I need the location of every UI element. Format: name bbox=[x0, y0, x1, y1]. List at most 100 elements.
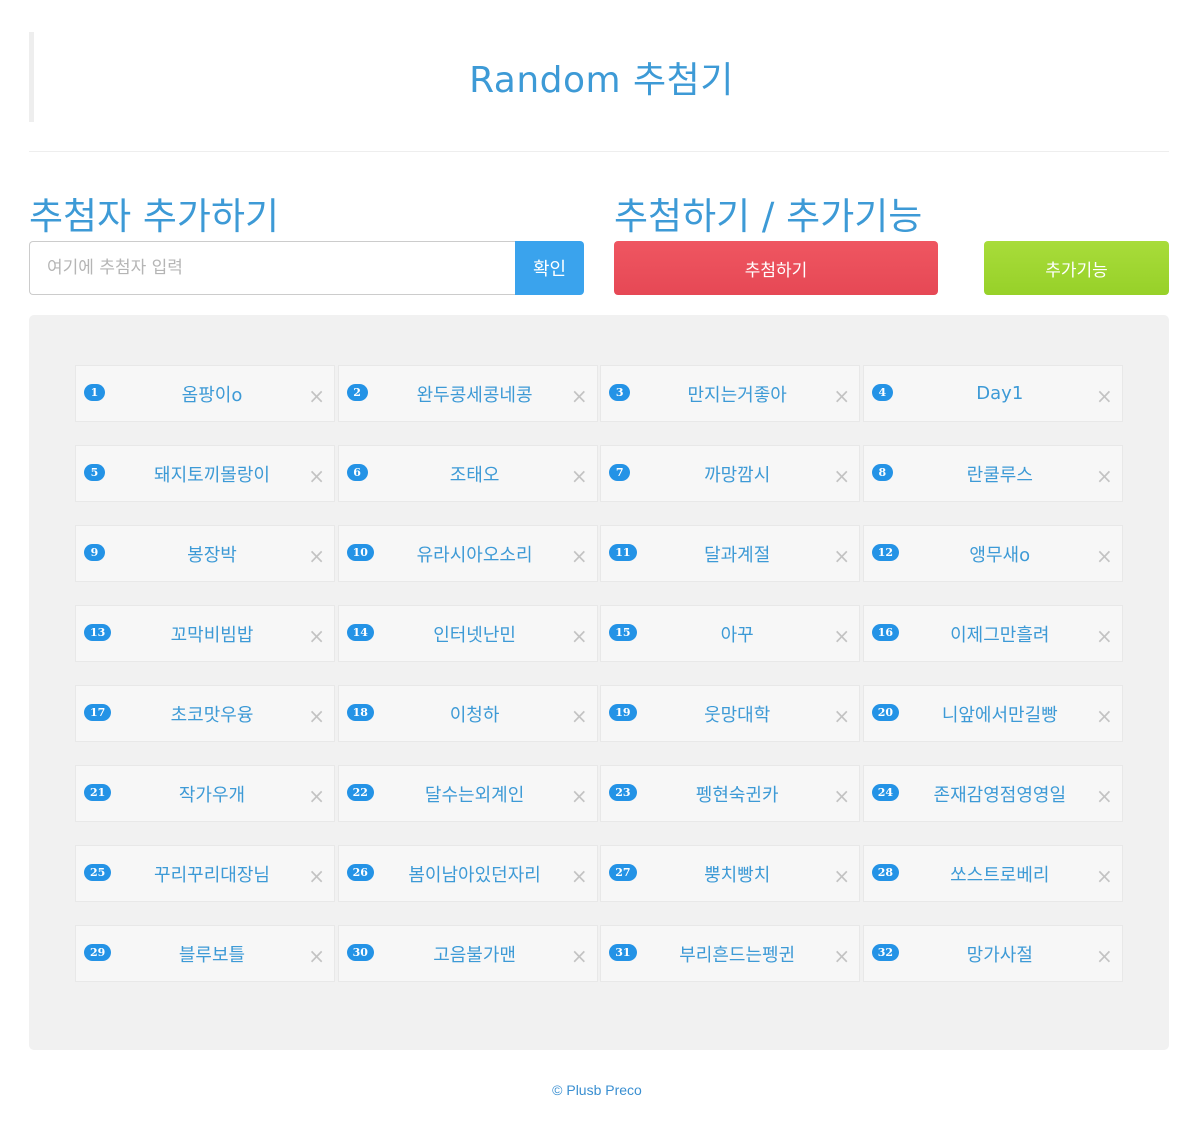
participant-name: 작가우개 bbox=[178, 784, 246, 806]
close-icon[interactable]: × bbox=[1096, 706, 1113, 726]
participant-number-badge: 11 bbox=[609, 544, 637, 561]
close-icon[interactable]: × bbox=[571, 546, 588, 566]
close-icon[interactable]: × bbox=[1096, 946, 1113, 966]
participant-number-badge: 1 bbox=[84, 384, 105, 401]
participant-board: 1 옴팡이o × 2 완두콩세콩네콩 × 3 만지는거좋아 × 4 Day1 × 5 돼지토끼몰랑이 × 6 조… bbox=[29, 315, 1169, 1050]
participant-number-badge: 30 bbox=[346, 944, 374, 961]
participant-name: 만지는거좋아 bbox=[687, 384, 787, 406]
participant-card: 20 니앞에서만길빵 × bbox=[862, 685, 1123, 742]
participant-number-badge: 2 bbox=[346, 384, 368, 401]
close-icon[interactable]: × bbox=[308, 946, 325, 966]
participant-card: 23 펭현숙귄카 × bbox=[600, 765, 861, 822]
participant-card: 2 완두콩세콩네콩 × bbox=[337, 365, 598, 422]
participant-card: 19 웃망대학 × bbox=[600, 685, 861, 742]
close-icon[interactable]: × bbox=[833, 866, 850, 886]
participant-number-badge: 3 bbox=[609, 384, 631, 401]
close-icon[interactable]: × bbox=[571, 386, 588, 406]
participant-number-badge: 18 bbox=[346, 704, 374, 721]
participant-number-badge: 7 bbox=[609, 464, 631, 481]
participant-input[interactable] bbox=[29, 241, 515, 295]
participant-name: 꾸리꾸리대장님 bbox=[154, 864, 270, 886]
participant-card: 31 부리흔드는펭귄 × bbox=[600, 925, 861, 982]
add-section-title: 추첨자 추가하기 bbox=[29, 195, 280, 238]
participant-number-badge: 12 bbox=[871, 544, 900, 561]
confirm-button[interactable]: 확인 bbox=[515, 241, 584, 295]
participant-number-badge: 29 bbox=[84, 944, 112, 961]
participant-name: 망가사절 bbox=[966, 944, 1033, 966]
participant-number-badge: 28 bbox=[871, 864, 900, 881]
participant-number-badge: 16 bbox=[871, 624, 900, 641]
participant-name: 존재감영점영영일 bbox=[933, 784, 1067, 806]
participant-number-badge: 31 bbox=[609, 944, 637, 961]
participant-card: 15 아꾸 × bbox=[600, 605, 861, 662]
close-icon[interactable]: × bbox=[833, 786, 850, 806]
close-icon[interactable]: × bbox=[571, 786, 588, 806]
close-icon[interactable]: × bbox=[571, 466, 588, 486]
participant-number-badge: 14 bbox=[346, 624, 374, 641]
participant-number-badge: 27 bbox=[609, 864, 637, 881]
participant-name: 이제그만흘려 bbox=[950, 624, 1050, 646]
participant-card: 5 돼지토끼몰랑이 × bbox=[75, 445, 335, 502]
participant-number-badge: 15 bbox=[609, 624, 637, 641]
footer-credit: © Plusb Preco bbox=[552, 1082, 642, 1098]
close-icon[interactable]: × bbox=[1096, 546, 1113, 566]
participant-name: 조태오 bbox=[449, 464, 500, 486]
participant-number-badge: 5 bbox=[84, 464, 105, 481]
participant-name: 뿡치빵치 bbox=[704, 864, 771, 886]
participant-name: 달과계절 bbox=[704, 544, 771, 566]
participant-card: 10 유라시아오소리 × bbox=[337, 525, 598, 582]
close-icon[interactable]: × bbox=[571, 866, 588, 886]
close-icon[interactable]: × bbox=[1096, 386, 1113, 406]
participant-number-badge: 20 bbox=[871, 704, 900, 721]
participant-card: 27 뿡치빵치 × bbox=[600, 845, 861, 902]
participant-number-badge: 4 bbox=[871, 384, 893, 401]
close-icon[interactable]: × bbox=[308, 546, 325, 566]
participant-number-badge: 6 bbox=[346, 464, 368, 481]
participant-name: 꼬막비빔밥 bbox=[170, 624, 254, 646]
participant-card: 22 달수는외계인 × bbox=[337, 765, 598, 822]
close-icon[interactable]: × bbox=[1096, 626, 1113, 646]
close-icon[interactable]: × bbox=[833, 626, 850, 646]
close-icon[interactable]: × bbox=[571, 706, 588, 726]
close-icon[interactable]: × bbox=[833, 946, 850, 966]
close-icon[interactable]: × bbox=[833, 546, 850, 566]
participant-card: 14 인터넷난민 × bbox=[337, 605, 598, 662]
participant-name: 아꾸 bbox=[720, 624, 754, 646]
participant-name: 초코맛우융 bbox=[170, 704, 254, 726]
extra-features-button[interactable]: 추가기능 bbox=[984, 241, 1169, 295]
participant-name: 완두콩세콩네콩 bbox=[416, 384, 533, 406]
participant-card: 18 이청하 × bbox=[337, 685, 598, 742]
participant-card: 9 봉장박 × bbox=[75, 525, 335, 582]
participant-name: 봉장박 bbox=[187, 544, 237, 566]
close-icon[interactable]: × bbox=[1096, 866, 1113, 886]
participant-number-badge: 32 bbox=[871, 944, 900, 961]
participant-name: 부리흔드는펭귄 bbox=[679, 944, 796, 966]
close-icon[interactable]: × bbox=[571, 946, 588, 966]
close-icon[interactable]: × bbox=[308, 626, 325, 646]
participant-number-badge: 8 bbox=[871, 464, 893, 481]
close-icon[interactable]: × bbox=[571, 626, 588, 646]
participant-number-badge: 19 bbox=[609, 704, 637, 721]
close-icon[interactable]: × bbox=[1096, 466, 1113, 486]
participant-card: 25 꾸리꾸리대장님 × bbox=[75, 845, 335, 902]
close-icon[interactable]: × bbox=[833, 706, 850, 726]
participant-card: 24 존재감영점영영일 × bbox=[862, 765, 1123, 822]
participant-card: 7 까망깜시 × bbox=[600, 445, 861, 502]
participant-number-badge: 17 bbox=[84, 704, 112, 721]
close-icon[interactable]: × bbox=[1096, 786, 1113, 806]
close-icon[interactable]: × bbox=[308, 786, 325, 806]
close-icon[interactable]: × bbox=[308, 706, 325, 726]
close-icon[interactable]: × bbox=[833, 466, 850, 486]
close-icon[interactable]: × bbox=[308, 386, 325, 406]
participant-number-badge: 24 bbox=[871, 784, 900, 801]
draw-button[interactable]: 추첨하기 bbox=[614, 241, 938, 295]
participant-card: 4 Day1 × bbox=[862, 365, 1123, 422]
participant-name: 유라시아오소리 bbox=[416, 544, 533, 566]
participant-name: 블루보틀 bbox=[178, 944, 246, 966]
close-icon[interactable]: × bbox=[308, 466, 325, 486]
participant-card: 26 봄이남아있던자리 × bbox=[337, 845, 598, 902]
close-icon[interactable]: × bbox=[308, 866, 325, 886]
close-icon[interactable]: × bbox=[833, 386, 850, 406]
participant-card: 12 앵무새o × bbox=[862, 525, 1123, 582]
participant-card: 30 고음불가맨 × bbox=[337, 925, 598, 982]
